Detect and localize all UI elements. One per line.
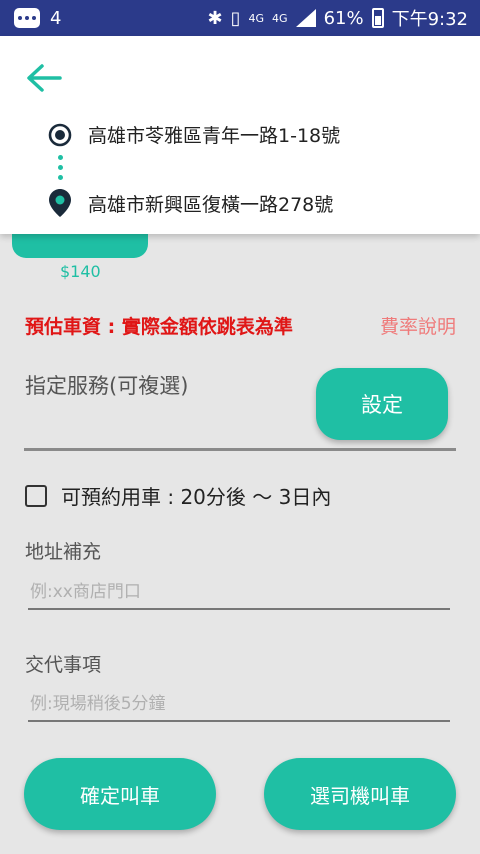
back-arrow-icon[interactable] <box>24 62 64 94</box>
origin-row: 高雄市苓雅區青年一路1-18號 <box>48 121 340 148</box>
reservation-checkbox[interactable] <box>25 484 47 507</box>
destination-row: 高雄市新興區復橫一路278號 <box>48 188 333 218</box>
reservation-label: 可預約用車 : 20分後 〜 3日內 <box>61 485 332 509</box>
rate-info-link[interactable]: 費率說明 <box>380 312 456 339</box>
instructions-input[interactable] <box>28 688 450 722</box>
bluetooth-icon: ✱ <box>207 7 223 29</box>
battery-icon <box>371 8 384 28</box>
destination-pin-icon <box>49 189 71 217</box>
fare-price: $140 <box>60 262 101 281</box>
service-set-button[interactable]: 設定 <box>316 368 448 440</box>
route-dots <box>58 155 64 185</box>
network-type-1: 4G <box>248 11 265 25</box>
confirm-call-button[interactable]: 確定叫車 <box>24 758 216 830</box>
clock: 下午9:32 <box>391 9 468 30</box>
address-extra-input[interactable] <box>28 576 450 610</box>
status-bar: 4 ✱ ▯ 4G 4G 61% 下午9:32 <box>0 0 480 36</box>
vibrate-icon: ▯ <box>230 7 241 29</box>
address-extra-label: 地址補充 <box>25 541 102 563</box>
instructions-label: 交代事項 <box>25 654 102 676</box>
service-label: 指定服務(可複選) <box>25 374 189 398</box>
service-divider <box>24 448 456 451</box>
reservation-row: 可預約用車 : 20分後 〜 3日內 <box>25 481 331 510</box>
fare-estimate-label: 預估車資 : 實際金額依跳表為準 <box>25 316 293 338</box>
message-notification-icon <box>14 8 40 28</box>
battery-percent: 61% <box>323 7 364 29</box>
destination-address: 高雄市新興區復橫一路278號 <box>88 193 334 216</box>
origin-address: 高雄市苓雅區青年一路1-18號 <box>88 125 341 147</box>
notification-count: 4 <box>50 7 62 29</box>
signal-icon <box>295 9 316 27</box>
network-type-2: 4G <box>272 11 288 25</box>
choose-driver-button[interactable]: 選司機叫車 <box>264 758 456 830</box>
origin-marker-icon <box>48 123 72 146</box>
route-header: 高雄市苓雅區青年一路1-18號 高雄市新興區復橫一路278號 <box>0 36 480 234</box>
